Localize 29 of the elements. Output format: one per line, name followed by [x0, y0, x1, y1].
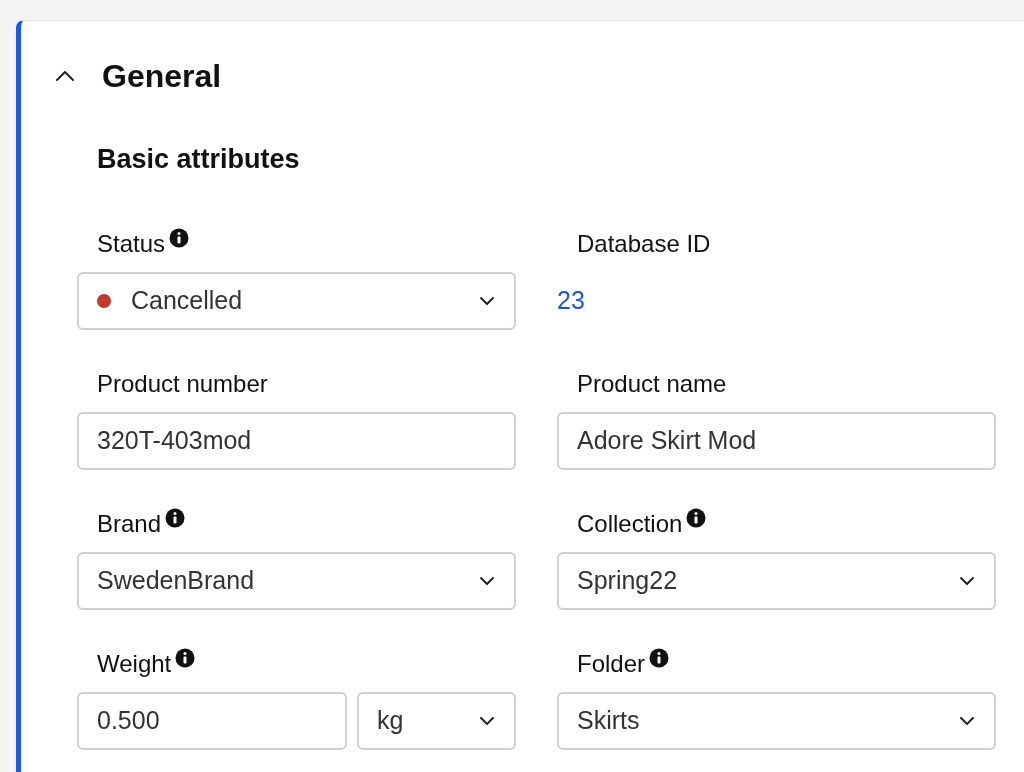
select-value: kg: [377, 704, 404, 736]
chevron-down-icon: [478, 574, 496, 587]
field-label: Product name: [577, 368, 727, 399]
select-field[interactable]: Skirts: [557, 691, 996, 750]
chevron-down-icon: [958, 574, 976, 587]
input-field[interactable]: 0.500: [77, 691, 347, 750]
input-field[interactable]: Adore Skirt Mod: [557, 411, 996, 470]
select-value: Skirts: [577, 704, 640, 736]
select-field[interactable]: Cancelled: [77, 271, 516, 330]
input-field[interactable]: 320T-403mod: [77, 411, 516, 470]
section-title: General: [102, 57, 222, 96]
field-label: Brand: [97, 508, 162, 539]
field-label: Database ID: [577, 228, 711, 259]
chevron-down-icon: [478, 714, 496, 727]
field-label: Collection: [577, 508, 683, 539]
select-field[interactable]: Spring22: [557, 551, 996, 610]
select-value: Cancelled: [131, 284, 243, 316]
chevron-down-icon: [478, 294, 496, 307]
chevron-down-icon: [958, 714, 976, 727]
field-label: Weight: [97, 648, 172, 679]
subsection-title: Basic attributes: [96, 143, 301, 176]
select-field[interactable]: SwedenBrand: [77, 551, 516, 610]
field-label: Product number: [97, 368, 268, 399]
database-id-link[interactable]: 23: [557, 271, 996, 330]
select-value: SwedenBrand: [97, 564, 255, 596]
field-label: Status: [97, 228, 166, 259]
field-label: Folder: [577, 648, 646, 679]
select-field[interactable]: kg: [357, 691, 516, 750]
select-value: Spring22: [577, 564, 678, 596]
